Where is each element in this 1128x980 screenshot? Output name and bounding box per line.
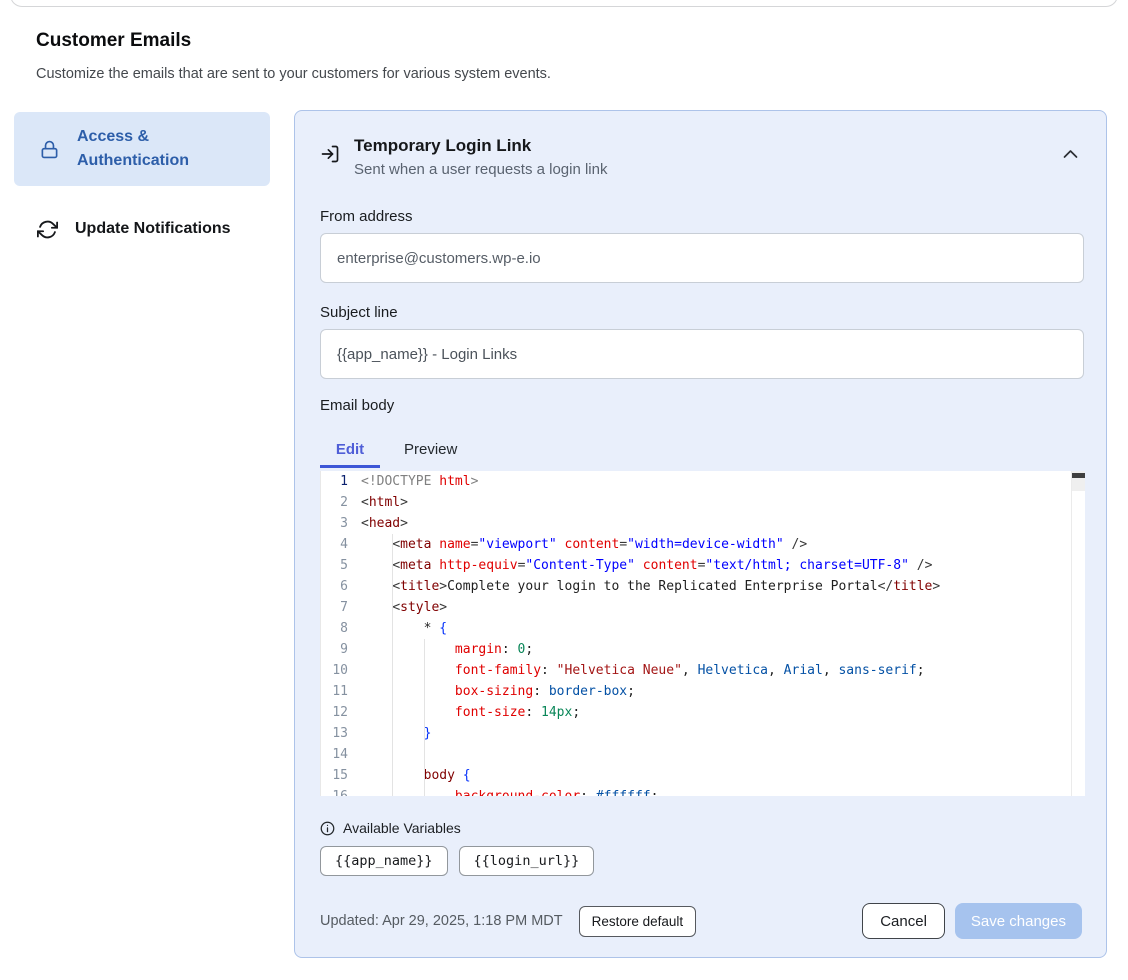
line-number: 16: [321, 786, 361, 796]
lock-icon: [38, 139, 60, 160]
panel-title: Temporary Login Link: [354, 135, 607, 157]
code-line[interactable]: 4 <meta name="viewport" content="width=d…: [321, 534, 1085, 555]
sidebar-item-label: Update Notifications: [75, 217, 231, 241]
line-number: 6: [321, 576, 361, 597]
login-icon: [320, 144, 340, 164]
line-number: 11: [321, 681, 361, 702]
code-text: font-family: "Helvetica Neue", Helvetica…: [361, 660, 1085, 681]
refresh-icon: [36, 219, 58, 240]
editor-tabs: Edit Preview: [320, 430, 1082, 468]
code-line[interactable]: 10 font-family: "Helvetica Neue", Helvet…: [321, 660, 1085, 681]
code-line[interactable]: 6 <title>Complete your login to the Repl…: [321, 576, 1085, 597]
tab-preview[interactable]: Preview: [404, 441, 457, 458]
line-number: 5: [321, 555, 361, 576]
sidebar: Access & Authentication Update Notificat…: [14, 112, 270, 251]
from-address-label: From address: [320, 208, 1082, 225]
cancel-button[interactable]: Cancel: [862, 903, 945, 939]
code-line[interactable]: 7 <style>: [321, 597, 1085, 618]
page-subtitle: Customize the emails that are sent to yo…: [36, 66, 551, 82]
code-text: margin: 0;: [361, 639, 1085, 660]
code-line[interactable]: 13 }: [321, 723, 1085, 744]
code-text: [361, 744, 1085, 765]
panel-footer: Updated: Apr 29, 2025, 1:18 PM MDT Resto…: [320, 903, 1082, 939]
code-line[interactable]: 16 background-color: #ffffff;: [321, 786, 1085, 796]
code-text: body {: [361, 765, 1085, 786]
info-icon: [320, 821, 335, 836]
code-text: <meta name="viewport" content="width=dev…: [361, 534, 1085, 555]
code-line[interactable]: 1<!DOCTYPE html>: [321, 471, 1085, 492]
indent-guide: [424, 639, 425, 796]
variable-chip-app-name[interactable]: {{app_name}}: [320, 846, 448, 876]
chevron-up-icon: [1063, 149, 1078, 159]
code-line[interactable]: 12 font-size: 14px;: [321, 702, 1085, 723]
line-number: 12: [321, 702, 361, 723]
line-number: 15: [321, 765, 361, 786]
card-above-border: [10, 0, 1118, 7]
line-number: 1: [321, 471, 361, 492]
code-line[interactable]: 9 margin: 0;: [321, 639, 1085, 660]
variable-chip-login-url[interactable]: {{login_url}}: [459, 846, 595, 876]
code-line[interactable]: 11 box-sizing: border-box;: [321, 681, 1085, 702]
code-text: <title>Complete your login to the Replic…: [361, 576, 1085, 597]
email-body-label: Email body: [320, 397, 1082, 414]
code-text: <head>: [361, 513, 1085, 534]
editor-lines: 1<!DOCTYPE html>2<html>3<head>4 <meta na…: [321, 471, 1085, 796]
line-number: 7: [321, 597, 361, 618]
panel-subtitle: Sent when a user requests a login link: [354, 161, 607, 178]
restore-default-button[interactable]: Restore default: [579, 906, 697, 937]
sidebar-item-update-notifications[interactable]: Update Notifications: [14, 207, 270, 251]
variable-chips: {{app_name}} {{login_url}}: [320, 846, 1082, 876]
code-line[interactable]: 15 body {: [321, 765, 1085, 786]
line-number: 2: [321, 492, 361, 513]
available-variables-label: Available Variables: [343, 820, 461, 836]
code-editor[interactable]: 1<!DOCTYPE html>2<html>3<head>4 <meta na…: [320, 471, 1085, 796]
page-title: Customer Emails: [36, 30, 191, 52]
code-line[interactable]: 8 * {: [321, 618, 1085, 639]
code-line[interactable]: 3<head>: [321, 513, 1085, 534]
sidebar-item-access-authentication[interactable]: Access & Authentication: [14, 112, 270, 186]
from-address-input[interactable]: [320, 233, 1084, 283]
collapse-section-button[interactable]: [1059, 145, 1082, 163]
code-text: <meta http-equiv="Content-Type" content=…: [361, 555, 1085, 576]
indent-guide: [392, 534, 393, 796]
line-number: 3: [321, 513, 361, 534]
subject-line-input[interactable]: [320, 329, 1084, 379]
save-changes-button[interactable]: Save changes: [955, 903, 1082, 939]
subject-line-label: Subject line: [320, 304, 1082, 321]
panel-header: Temporary Login Link Sent when a user re…: [320, 135, 1082, 178]
updated-timestamp: Updated: Apr 29, 2025, 1:18 PM MDT: [320, 913, 563, 929]
line-number: 14: [321, 744, 361, 765]
code-text: font-size: 14px;: [361, 702, 1085, 723]
code-text: * {: [361, 618, 1085, 639]
email-settings-panel: Temporary Login Link Sent when a user re…: [294, 110, 1107, 958]
line-number: 9: [321, 639, 361, 660]
code-line[interactable]: 14: [321, 744, 1085, 765]
code-text: }: [361, 723, 1085, 744]
line-number: 10: [321, 660, 361, 681]
line-number: 8: [321, 618, 361, 639]
code-text: <!DOCTYPE html>: [361, 471, 1085, 492]
code-text: box-sizing: border-box;: [361, 681, 1085, 702]
code-line[interactable]: 5 <meta http-equiv="Content-Type" conten…: [321, 555, 1085, 576]
active-tab-underline: [320, 465, 380, 468]
line-number: 4: [321, 534, 361, 555]
code-text: <html>: [361, 492, 1085, 513]
line-number: 13: [321, 723, 361, 744]
code-text: <style>: [361, 597, 1085, 618]
sidebar-item-label: Access & Authentication: [77, 125, 207, 173]
code-text: background-color: #ffffff;: [361, 786, 1085, 796]
code-line[interactable]: 2<html>: [321, 492, 1085, 513]
scrollbar-thumb[interactable]: [1072, 473, 1085, 478]
tab-edit[interactable]: Edit: [320, 441, 380, 458]
editor-scrollbar[interactable]: [1071, 471, 1085, 796]
